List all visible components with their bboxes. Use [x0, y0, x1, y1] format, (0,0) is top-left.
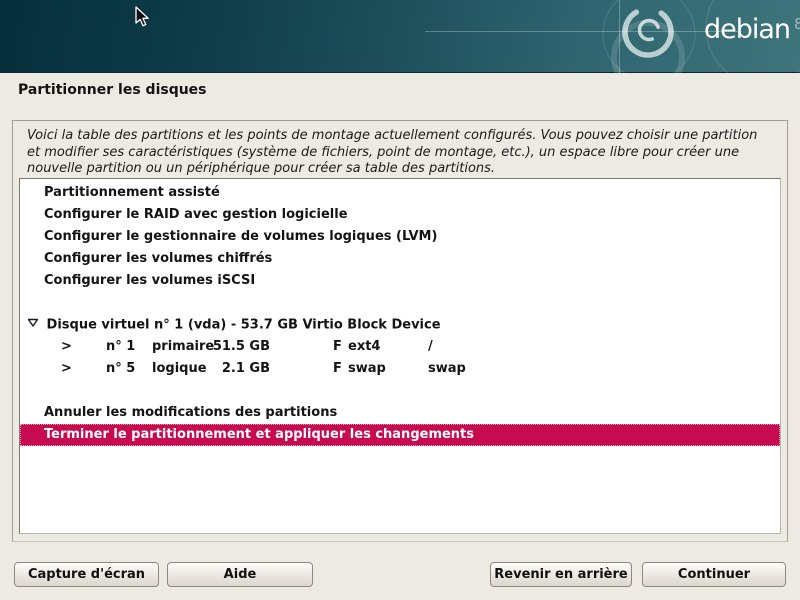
menu-item-configure-lvm[interactable]: Configurer le gestionnaire de volumes lo…	[20, 226, 780, 248]
menu-item-label: Configurer les volumes iSCSI	[44, 273, 255, 288]
partition-number: n° 1	[106, 336, 135, 358]
partition-mountpoint: swap	[428, 358, 466, 380]
continue-button[interactable]: Continuer	[642, 562, 786, 587]
partition-arrow-icon: >	[61, 358, 72, 380]
partition-row-5[interactable]: > n° 5 logique 2.1 GB F swap swap	[20, 358, 780, 380]
debian-version: 8	[794, 15, 800, 33]
menu-item-label: Configurer les volumes chiffrés	[44, 251, 272, 266]
menu-item-label: Annuler les modifications des partitions	[44, 405, 337, 420]
partition-format-flag: F	[333, 358, 342, 380]
partition-size: 51.5 GB	[208, 336, 270, 358]
menu-item-label: Configurer le RAID avec gestion logiciel…	[44, 207, 348, 222]
list-spacer	[20, 292, 780, 314]
go-back-button[interactable]: Revenir en arrière	[490, 562, 632, 587]
disk-row-vda[interactable]: Disque virtuel n° 1 (vda) - 53.7 GB Virt…	[20, 314, 780, 336]
description-text: Voici la table des partitions et les poi…	[27, 128, 771, 178]
mouse-cursor	[135, 6, 151, 28]
menu-item-undo-partition-changes[interactable]: Annuler les modifications des partitions	[20, 402, 780, 424]
partition-format-flag: F	[333, 336, 342, 358]
disk-label: Disque virtuel n° 1 (vda) - 53.7 GB Virt…	[47, 318, 441, 333]
screenshot-button[interactable]: Capture d'écran	[14, 562, 159, 587]
partition-filesystem: swap	[348, 358, 386, 380]
menu-item-configure-iscsi-volumes[interactable]: Configurer les volumes iSCSI	[20, 270, 780, 292]
banner-artwork	[0, 0, 800, 73]
partition-arrow-icon: >	[61, 336, 72, 358]
menu-item-label: Terminer le partitionnement et appliquer…	[44, 427, 474, 442]
debian-logo-text: debian8	[704, 14, 800, 45]
partition-type: primaire	[152, 336, 214, 358]
list-spacer	[20, 380, 780, 402]
partition-mountpoint: /	[428, 336, 433, 358]
page-title: Partitionner les disques	[18, 82, 207, 98]
content-frame: Voici la table des partitions et les poi…	[12, 120, 788, 542]
partition-filesystem: ext4	[348, 336, 380, 358]
menu-item-configure-encrypted-volumes[interactable]: Configurer les volumes chiffrés	[20, 248, 780, 270]
expander-icon[interactable]	[24, 314, 42, 336]
menu-item-guided-partitioning[interactable]: Partitionnement assisté	[20, 182, 780, 204]
partition-type: logique	[152, 358, 207, 380]
installer-banner: debian8	[0, 0, 800, 73]
debian-swirl-logo	[614, 0, 682, 73]
partition-menu-list[interactable]: Partitionnement assisté Configurer le RA…	[19, 178, 781, 534]
menu-item-label: Configurer le gestionnaire de volumes lo…	[44, 229, 437, 244]
partition-row-1[interactable]: > n° 1 primaire 51.5 GB F ext4 /	[20, 336, 780, 358]
partition-size: 2.1 GB	[208, 358, 270, 380]
partition-number: n° 5	[106, 358, 135, 380]
menu-item-configure-raid[interactable]: Configurer le RAID avec gestion logiciel…	[20, 204, 780, 226]
menu-item-finish-partitioning[interactable]: Terminer le partitionnement et appliquer…	[20, 424, 780, 446]
menu-item-label: Partitionnement assisté	[44, 185, 220, 200]
help-button[interactable]: Aide	[167, 562, 313, 587]
